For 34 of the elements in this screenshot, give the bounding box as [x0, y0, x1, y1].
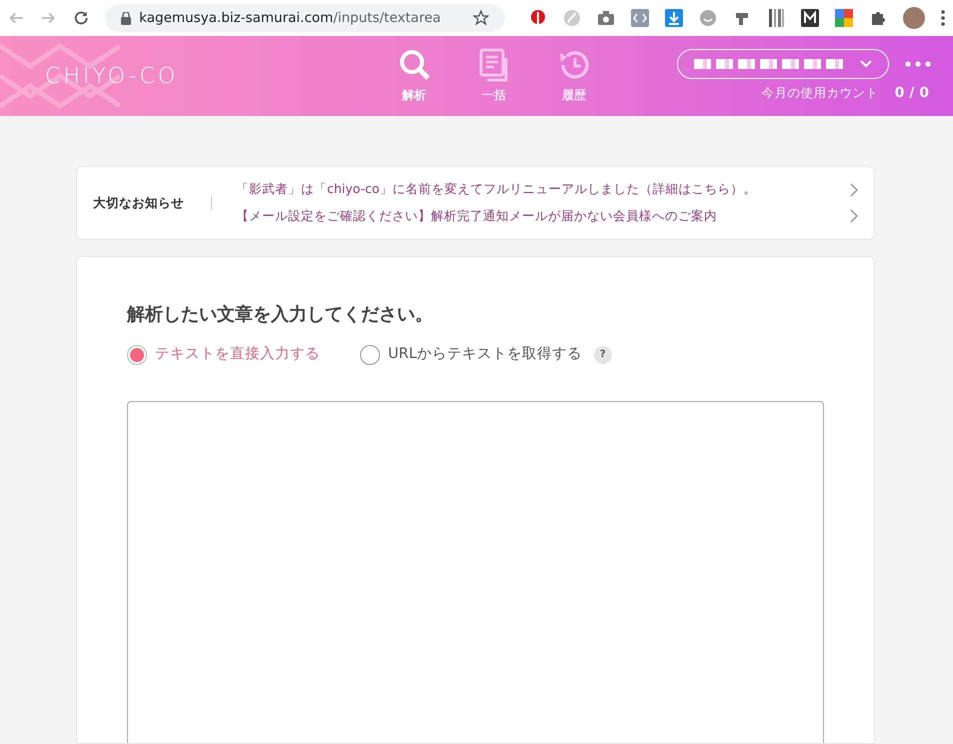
notice-heading: 大切なお知らせ	[92, 194, 185, 212]
more-icon[interactable]	[905, 60, 931, 66]
address-bar[interactable]: kagemusya.biz-samurai.com/inputs/textarea	[105, 4, 505, 32]
chevron-right-icon[interactable]	[850, 182, 858, 197]
code-icon[interactable]	[631, 9, 649, 27]
letter-m-icon[interactable]	[801, 9, 819, 27]
url-text: kagemusya.biz-samurai.com/inputs/textarea	[139, 8, 442, 28]
chevron-down-icon	[860, 60, 872, 68]
text-input-area[interactable]	[127, 400, 824, 743]
account-dropdown[interactable]	[677, 48, 889, 78]
stripes-icon[interactable]	[767, 9, 785, 27]
search-icon	[397, 48, 432, 82]
help-icon[interactable]: ?	[594, 346, 612, 364]
radio-option[interactable]: URLからテキストを取得する	[360, 344, 582, 366]
radio-button[interactable]	[360, 344, 380, 365]
notice-link[interactable]: 【メール設定をご確認ください】解析完了通知メールが届かない会員様へのご案内	[236, 207, 717, 226]
smiley-icon[interactable]	[699, 9, 717, 27]
download-icon[interactable]	[665, 9, 683, 27]
usage-label: 今月の使用カウント	[762, 84, 879, 102]
star-icon[interactable]	[473, 10, 489, 26]
usage-count: 0 / 0	[894, 84, 929, 102]
camera-icon[interactable]	[597, 9, 615, 27]
puzzle-icon[interactable]	[869, 9, 887, 27]
lock-icon	[121, 12, 132, 24]
radio-button[interactable]	[127, 344, 147, 365]
chevron-right-icon[interactable]	[850, 209, 858, 224]
form-title: 解析したい文章を入力してください。	[127, 303, 434, 327]
pin-icon[interactable]	[529, 9, 547, 27]
menu-icon[interactable]	[941, 10, 945, 26]
notice-link[interactable]: 「影武者」は「chiyo-co」に名前を変えてフルリニューアルしました（詳細はこちら）。	[236, 180, 757, 199]
avatar-icon[interactable]	[903, 7, 925, 29]
colored-blocks-icon[interactable]	[835, 9, 853, 27]
radio-option[interactable]: テキストを直接入力する	[127, 344, 320, 366]
reload-icon[interactable]	[72, 9, 90, 27]
